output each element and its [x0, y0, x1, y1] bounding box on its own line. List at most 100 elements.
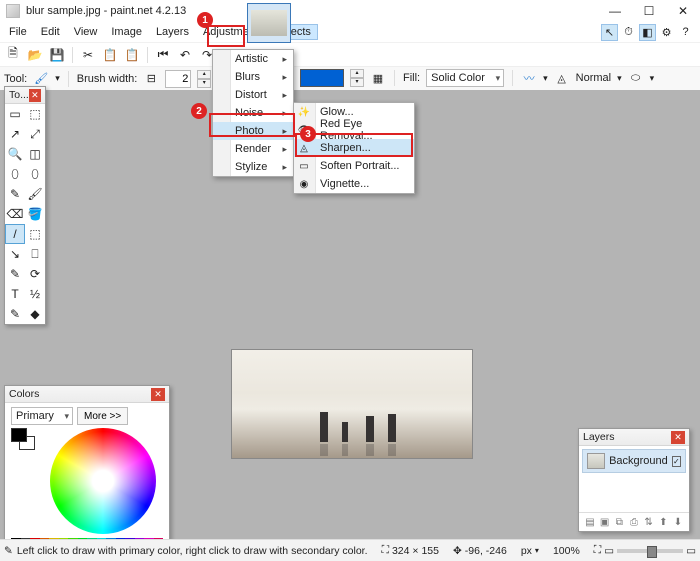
zoom-in-icon[interactable]: ▭: [686, 545, 696, 557]
effects-distort[interactable]: Distort▸: [213, 86, 293, 104]
fg-bg-swatch[interactable]: [11, 428, 37, 450]
minimize-button[interactable]: —: [598, 0, 632, 22]
menu-image[interactable]: Image: [104, 24, 149, 40]
primary-color-swatch[interactable]: [300, 69, 344, 87]
menu-view[interactable]: View: [67, 24, 105, 40]
color-mode-combo[interactable]: Primary: [11, 407, 73, 425]
tool-button[interactable]: ⟳: [25, 264, 45, 284]
new-icon[interactable]: 🗎: [4, 46, 22, 64]
layer-tool-icon[interactable]: ▤: [583, 515, 597, 529]
layers-close-button[interactable]: ✕: [671, 431, 685, 444]
photo-sharpen[interactable]: ◬Sharpen...: [294, 139, 414, 157]
tool-button[interactable]: ↗: [5, 124, 25, 144]
tool-button[interactable]: ⬚: [25, 104, 45, 124]
tools-close-button[interactable]: ✕: [29, 89, 41, 102]
color-wheel[interactable]: [50, 428, 156, 534]
effects-artistic[interactable]: Artistic▸: [213, 50, 293, 68]
blend-icon[interactable]: ◬: [554, 70, 570, 86]
open-icon[interactable]: 📂: [26, 46, 44, 64]
layer-visibility-checkbox[interactable]: ✓: [672, 456, 681, 467]
pencil-icon: ✎: [4, 545, 13, 557]
color-stepper[interactable]: ▴▾: [350, 69, 364, 87]
tool-button[interactable]: ✎: [5, 304, 25, 324]
tool-button[interactable]: ⬯: [5, 164, 25, 184]
tool-button[interactable]: ✎: [5, 184, 25, 204]
crop-icon[interactable]: ⏮: [154, 46, 172, 64]
tool-button[interactable]: ⌫: [5, 204, 25, 224]
fit-icon[interactable]: ⛶: [594, 544, 601, 557]
tool-button[interactable]: ⬯: [25, 164, 45, 184]
tool-button[interactable]: ⬚: [25, 224, 45, 244]
tool-button[interactable]: ↘: [5, 244, 25, 264]
layer-opacity-icon[interactable]: ⬭: [628, 70, 644, 86]
tool-button[interactable]: ½: [25, 284, 45, 304]
zoom-slider[interactable]: [617, 549, 683, 553]
vignette-icon: ◉: [297, 177, 311, 191]
fill-combo[interactable]: Solid Color: [426, 69, 504, 87]
tool-button[interactable]: 🪣: [25, 204, 45, 224]
layer-tool-icon[interactable]: ⎙: [627, 515, 641, 529]
brush-width-input[interactable]: [165, 70, 191, 88]
menu-file[interactable]: File: [2, 24, 34, 40]
history-window-icon[interactable]: ⏱: [620, 24, 637, 41]
layer-tool-icon[interactable]: ⬆: [656, 515, 670, 529]
photo-soften[interactable]: ▭Soften Portrait...: [294, 157, 414, 175]
copy-icon[interactable]: 📋: [101, 46, 119, 64]
menu-edit[interactable]: Edit: [34, 24, 67, 40]
layer-row[interactable]: Background ✓: [582, 449, 686, 473]
brush-stepper[interactable]: ▴▾: [197, 70, 211, 88]
layer-tool-icon[interactable]: ⧉: [612, 515, 626, 529]
active-tool-icon[interactable]: 🖌: [33, 71, 49, 87]
photo-vignette[interactable]: ◉Vignette...: [294, 175, 414, 193]
zoom-out-icon[interactable]: ▭: [604, 545, 614, 557]
status-bar: ✎ Left click to draw with primary color,…: [0, 539, 700, 561]
tool-button[interactable]: ⎕: [25, 244, 45, 264]
style-icon[interactable]: ▦: [370, 70, 386, 86]
tool-button[interactable]: ◆: [25, 304, 45, 324]
maximize-button[interactable]: ☐: [632, 0, 666, 22]
tool-button[interactable]: /: [5, 224, 25, 244]
blend-mode[interactable]: Normal: [576, 72, 611, 84]
layer-tool-icon[interactable]: ⬇: [671, 515, 685, 529]
tool-button[interactable]: 🖌: [25, 184, 45, 204]
tool-window-icon[interactable]: ↖: [601, 24, 618, 41]
effects-noise[interactable]: Noise▸: [213, 104, 293, 122]
paste-icon[interactable]: 📋: [123, 46, 141, 64]
help-icon[interactable]: ?: [677, 24, 694, 41]
menu-layers[interactable]: Layers: [149, 24, 196, 40]
layers-panel-title: Layers ✕: [579, 429, 689, 446]
tool-button[interactable]: ⤢: [25, 124, 45, 144]
tool-grid: ▭⬚↗⤢🔍◫⬯⬯✎🖌⌫🪣/⬚↘⎕✎⟳T½✎◆: [5, 104, 45, 324]
tool-button[interactable]: ✎: [5, 264, 25, 284]
close-button[interactable]: ✕: [666, 0, 700, 22]
tool-button[interactable]: ▭: [5, 104, 25, 124]
effects-dropdown: Artistic▸ Blurs▸ Distort▸ Noise▸ Photo▸ …: [212, 49, 294, 177]
fill-label: Fill:: [403, 72, 420, 84]
effects-blurs[interactable]: Blurs▸: [213, 68, 293, 86]
brush-decrease-icon[interactable]: ⊟: [143, 71, 159, 87]
main-toolbar: 🗎 📂 💾 ✂ 📋 📋 ⏮ ↶ ↷: [0, 42, 700, 66]
sharpen-icon: ◬: [297, 141, 311, 155]
glow-icon: ✨: [297, 105, 311, 119]
curve-icon[interactable]: 〰: [521, 70, 537, 86]
tool-button[interactable]: 🔍: [5, 144, 25, 164]
cut-icon[interactable]: ✂: [79, 46, 97, 64]
callout-3: 3: [300, 126, 316, 142]
more-button[interactable]: More >>: [77, 407, 128, 425]
effects-render[interactable]: Render▸: [213, 140, 293, 158]
effects-stylize[interactable]: Stylize▸: [213, 158, 293, 176]
settings-icon[interactable]: ⚙: [658, 24, 675, 41]
save-icon[interactable]: 💾: [48, 46, 66, 64]
tool-button[interactable]: ◫: [25, 144, 45, 164]
colors-close-button[interactable]: ✕: [151, 388, 165, 401]
status-dims: 324 × 155: [392, 545, 439, 557]
tool-button[interactable]: T: [5, 284, 25, 304]
brush-width-label: Brush width:: [77, 73, 138, 85]
undo-icon[interactable]: ↶: [176, 46, 194, 64]
status-unit[interactable]: px: [521, 545, 532, 557]
layer-tool-icon[interactable]: ⇅: [642, 515, 656, 529]
effects-photo[interactable]: Photo▸: [213, 122, 293, 140]
layers-window-icon[interactable]: ◧: [639, 24, 656, 41]
document-thumb[interactable]: [247, 3, 291, 43]
layer-tool-icon[interactable]: ▣: [598, 515, 612, 529]
